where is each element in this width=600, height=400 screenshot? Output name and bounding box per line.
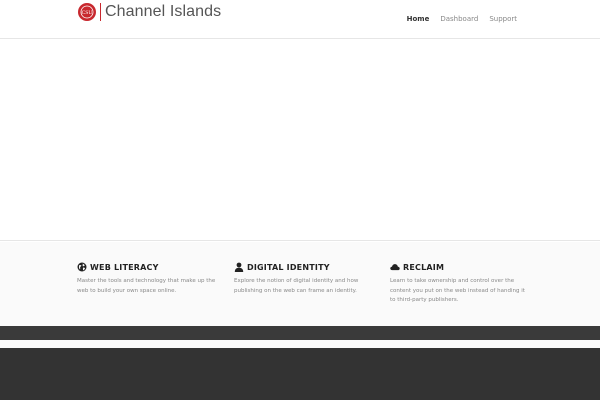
site-footer	[0, 348, 600, 400]
site-logo[interactable]: CSU Channel Islands	[78, 3, 221, 21]
site-title: Channel Islands	[105, 3, 222, 20]
hero-area	[0, 39, 600, 241]
feature-digital-identity: DIGITAL IDENTITY Explore the notion of d…	[234, 262, 374, 296]
feature-description: Master the tools and technology that mak…	[77, 278, 216, 294]
feature-title: WEB LITERACY	[90, 262, 159, 272]
feature-title: RECLAIM	[403, 262, 445, 272]
footer-top-bar	[0, 326, 600, 340]
svg-text:CSU: CSU	[82, 10, 93, 16]
logo-divider	[100, 3, 101, 21]
feature-web-literacy: WEB LITERACY Master the tools and techno…	[77, 262, 217, 296]
csu-seal-icon: CSU	[78, 3, 96, 21]
feature-reclaim: RECLAIM Learn to take ownership and cont…	[390, 262, 530, 306]
globe-icon	[77, 262, 87, 272]
main-nav: Home Dashboard Support	[401, 0, 522, 40]
feature-description: Explore the notion of digital identity a…	[234, 278, 359, 294]
user-icon	[234, 262, 244, 272]
features-band: WEB LITERACY Master the tools and techno…	[0, 242, 600, 326]
nav-item-support[interactable]: Support	[484, 0, 522, 39]
nav-item-home[interactable]: Home	[401, 0, 435, 40]
cloud-icon	[390, 262, 400, 272]
feature-description: Learn to take ownership and control over…	[390, 278, 525, 303]
feature-title: DIGITAL IDENTITY	[247, 262, 330, 272]
site-header: CSU Channel Islands Home Dashboard Suppo…	[0, 0, 600, 40]
footer-spacer	[0, 340, 600, 348]
nav-item-dashboard[interactable]: Dashboard	[435, 0, 483, 39]
